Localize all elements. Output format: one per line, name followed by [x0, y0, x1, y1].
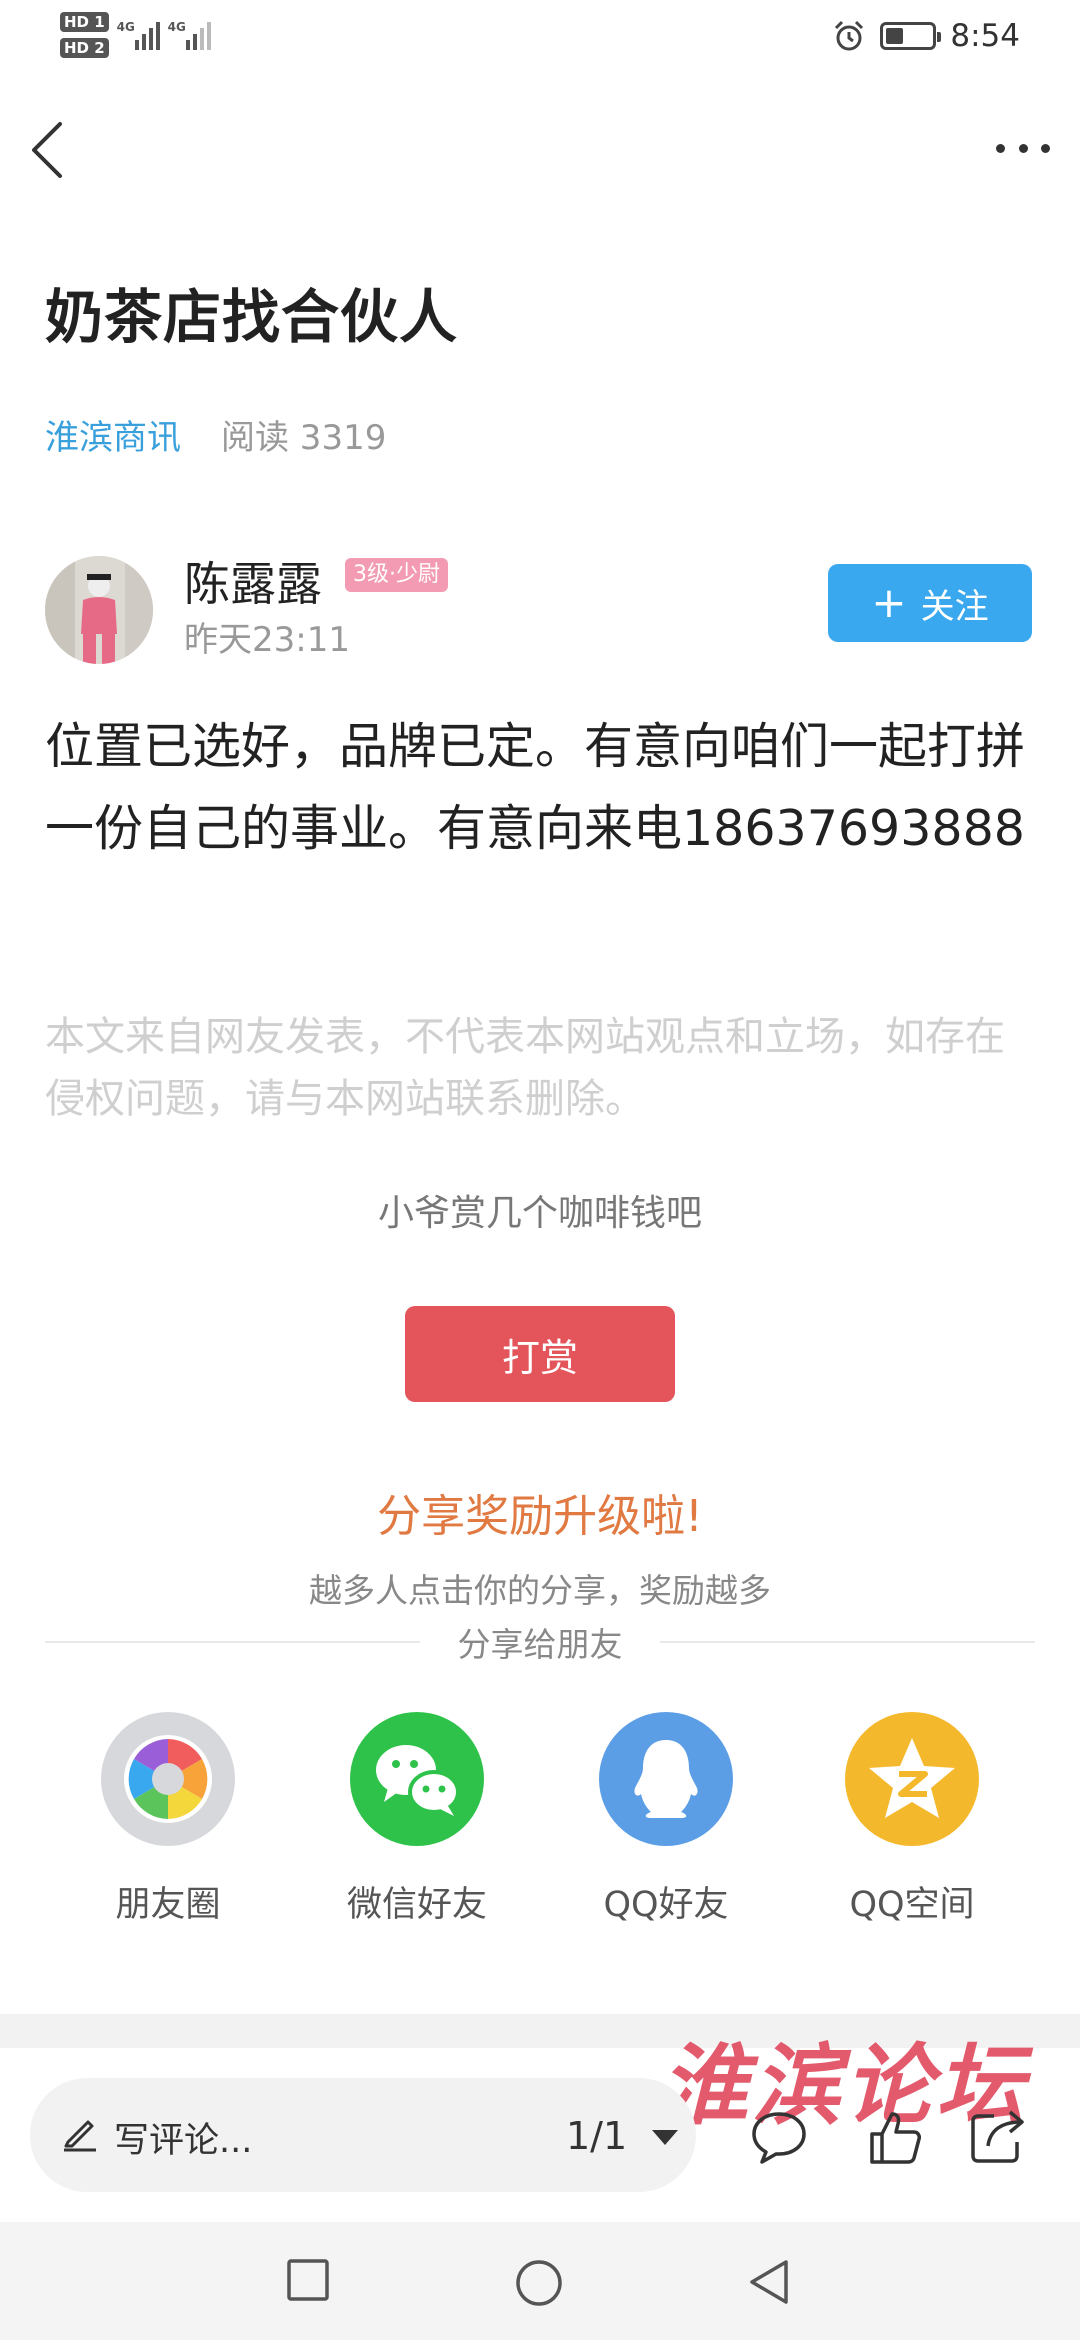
more-button[interactable] [996, 138, 1050, 158]
share-qq-label: QQ好友 [603, 1885, 729, 1925]
reward-tip: 小爷赏几个咖啡钱吧 [377, 1193, 702, 1234]
post-time: 昨天23:11 [184, 620, 350, 660]
chevron-left-icon [32, 122, 62, 178]
read-count: 阅读 3319 [221, 418, 387, 458]
share-title: 分享奖励升级啦! [377, 1491, 703, 1542]
alarm-icon [835, 20, 864, 51]
status-bar: HD 1 HD 2 4G 4G 8:54 [0, 0, 1080, 80]
share-qzone-label: QQ空间 [849, 1885, 975, 1925]
sim2-badge: HD 2 [60, 38, 109, 58]
plus-icon: + [871, 578, 907, 627]
comment-placeholder: 写评论... [114, 2121, 253, 2161]
avatar-image [45, 556, 153, 664]
follow-button[interactable]: + 关注 [828, 564, 1032, 642]
wechat-icon [350, 1712, 484, 1846]
article-meta: 淮滨商讯 阅读 3319 [45, 410, 386, 459]
comment-input[interactable]: 写评论... 1/1 [30, 2078, 696, 2192]
pencil-icon [64, 2120, 96, 2152]
network2-label: 4G [167, 20, 186, 34]
reward-button[interactable]: 打赏 [405, 1306, 675, 1402]
like-icon[interactable] [864, 2106, 926, 2168]
moments-icon [101, 1712, 235, 1846]
qzone-icon [845, 1712, 979, 1846]
signal-icon: 4G [117, 20, 160, 50]
back-nav-icon[interactable] [746, 2258, 790, 2306]
share-subtitle: 越多人点击你的分享，奖励越多 [309, 1571, 771, 1610]
share-label: 分享给朋友 [457, 1625, 623, 1664]
disclaimer: 本文来自网友发表，不代表本网站观点和立场，如存在侵权问题，请与本网站联系删除。 [45, 1014, 1005, 1122]
back-button[interactable] [26, 118, 70, 182]
level-badge: 3级·少尉 [345, 558, 448, 592]
page-title: 奶茶店找合伙人 [45, 283, 459, 351]
status-left: HD 1 HD 2 4G 4G [60, 12, 211, 58]
page-indicator[interactable]: 1/1 [566, 2114, 627, 2158]
home-icon[interactable] [514, 2258, 564, 2308]
comment-icon[interactable] [748, 2106, 810, 2168]
share-wechat[interactable]: 微信好友 [297, 1712, 537, 1927]
signal-2-icon: 4G [168, 20, 211, 50]
article-body: 位置已选好，品牌已定。有意向咱们一起打拼一份自己的事业。有意向来电1863769… [45, 718, 1026, 857]
share-wechat-label: 微信好友 [346, 1885, 487, 1925]
share-icon[interactable] [966, 2106, 1028, 2168]
caret-down-icon[interactable] [652, 2130, 678, 2145]
share-qzone[interactable]: QQ空间 [792, 1712, 1032, 1927]
qq-icon [599, 1712, 733, 1846]
share-qq[interactable]: QQ好友 [546, 1712, 786, 1927]
sim1-badge: HD 1 [60, 12, 109, 32]
author-name[interactable]: 陈露露 [184, 548, 322, 614]
avatar[interactable] [45, 556, 153, 664]
share-moments[interactable]: 朋友圈 [48, 1712, 288, 1927]
follow-label: 关注 [920, 586, 989, 627]
sim-indicators: HD 1 HD 2 [60, 12, 109, 58]
status-time: 8:54 [950, 18, 1020, 54]
battery-icon [880, 22, 942, 50]
more-dots-icon [996, 143, 1005, 153]
status-right: 8:54 [832, 18, 1020, 54]
recents-icon[interactable] [286, 2258, 330, 2302]
category-link[interactable]: 淮滨商讯 [45, 410, 181, 459]
network1-label: 4G [116, 20, 135, 34]
share-moments-label: 朋友圈 [115, 1885, 221, 1925]
battery-fill [886, 28, 903, 44]
